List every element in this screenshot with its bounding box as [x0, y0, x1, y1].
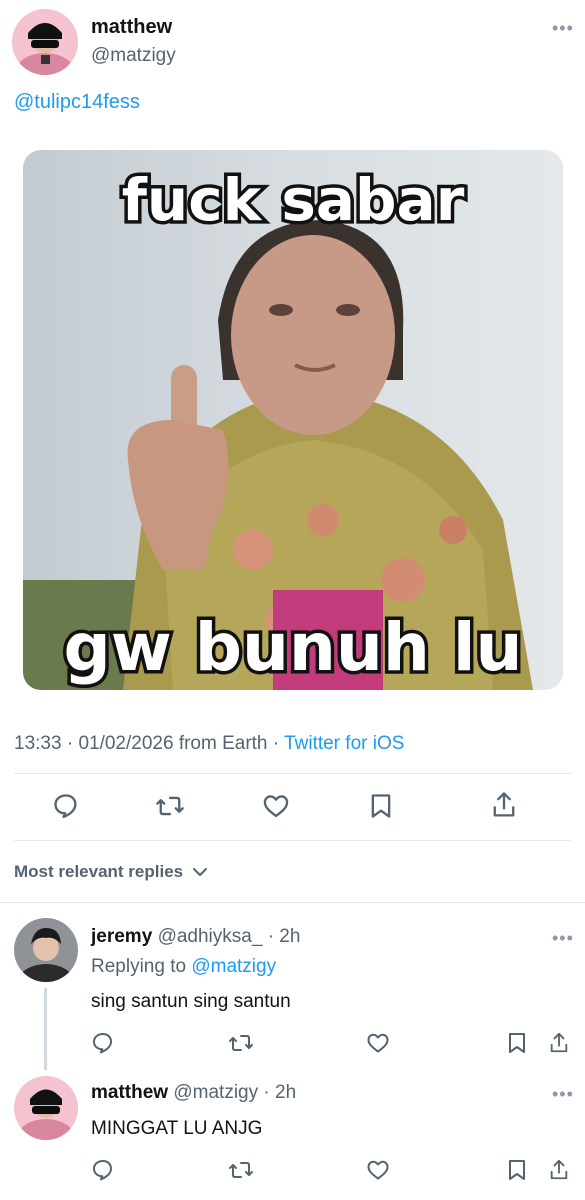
reply-icon[interactable]: [91, 1031, 115, 1055]
reply-to-mention[interactable]: @tulipc14fess: [14, 91, 140, 114]
author-avatar[interactable]: [12, 9, 78, 75]
reply-text: MINGGAT LU ANJG: [91, 1118, 263, 1139]
ellipsis-icon[interactable]: •••: [552, 18, 574, 39]
ellipsis-icon[interactable]: •••: [552, 928, 574, 949]
thread-line: [44, 988, 47, 1070]
author-name[interactable]: matthew: [91, 16, 172, 39]
reply-time[interactable]: 2h: [279, 926, 300, 947]
meme-caption-top: fuck sabar: [122, 166, 465, 234]
reply-header: jeremy @adhiyksa_ · 2h: [91, 926, 301, 947]
bookmark-icon[interactable]: [506, 1031, 528, 1055]
retweet-icon[interactable]: [228, 1158, 254, 1182]
divider: [0, 902, 585, 903]
replies-sort-label: Most relevant replies: [14, 862, 184, 881]
reply-text: sing santun sing santun: [91, 991, 291, 1012]
bookmark-icon[interactable]: [506, 1158, 528, 1182]
ellipsis-icon[interactable]: •••: [552, 1084, 574, 1105]
like-icon[interactable]: [261, 792, 291, 820]
reply-author-name[interactable]: matthew: [91, 1082, 168, 1103]
replies-sort-dropdown[interactable]: Most relevant replies: [14, 862, 208, 883]
retweet-icon[interactable]: [155, 792, 185, 820]
divider: [14, 773, 571, 774]
reply-header: matthew @matzigy · 2h: [91, 1082, 297, 1103]
reply-avatar[interactable]: [14, 918, 78, 982]
reply-author-name[interactable]: jeremy: [91, 926, 152, 947]
chevron-down-icon: [192, 863, 208, 883]
replying-to: Replying to @matzigy: [91, 956, 277, 977]
reply-icon[interactable]: [52, 792, 80, 820]
tweet-source[interactable]: Twitter for iOS: [284, 733, 404, 754]
share-icon[interactable]: [548, 1157, 570, 1183]
bookmark-icon[interactable]: [368, 792, 394, 820]
tweet-meta: 13:33 · 01/02/2026 from Earth · Twitter …: [14, 733, 405, 754]
share-icon[interactable]: [490, 790, 518, 820]
reply-avatar[interactable]: [14, 1076, 78, 1140]
reply-author-handle[interactable]: @adhiyksa_: [158, 926, 263, 947]
reply-icon[interactable]: [91, 1158, 115, 1182]
like-icon[interactable]: [366, 1158, 390, 1182]
divider: [14, 840, 571, 841]
tweet-image[interactable]: fuck sabar gw bunuh lu: [23, 150, 563, 690]
author-handle[interactable]: @matzigy: [91, 45, 176, 67]
retweet-icon[interactable]: [228, 1031, 254, 1055]
like-icon[interactable]: [366, 1031, 390, 1055]
reply-author-handle[interactable]: @matzigy: [173, 1082, 258, 1103]
tweet-time: 13:33: [14, 733, 62, 754]
replying-to-mention[interactable]: @matzigy: [191, 956, 276, 977]
share-icon[interactable]: [548, 1030, 570, 1056]
meme-picture: fuck sabar gw bunuh lu: [23, 150, 563, 690]
tweet-date: 01/02/2026: [78, 733, 174, 754]
tweet-location: from Earth: [178, 733, 268, 754]
meme-caption-bottom: gw bunuh lu: [64, 609, 523, 686]
reply-time[interactable]: 2h: [275, 1082, 296, 1103]
